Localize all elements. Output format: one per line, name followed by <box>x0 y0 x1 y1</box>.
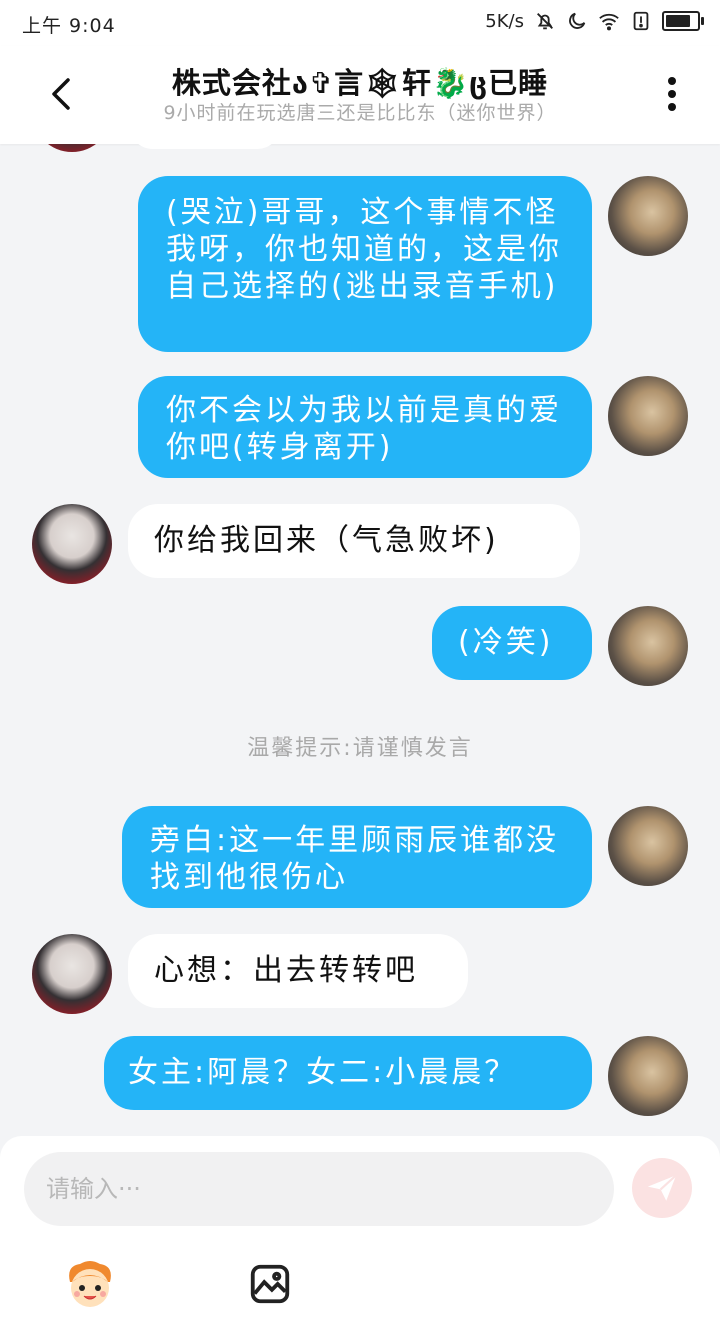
chat-status: 9小时前在玩选唐三还是比比东（迷你世界） <box>163 102 557 124</box>
battery-icon <box>662 11 704 31</box>
back-button[interactable] <box>40 70 84 118</box>
message-bubble-sent[interactable]: 女主:阿晨？女二:小晨晨？ <box>104 1036 592 1110</box>
message-bubble-received[interactable]: 你给我回来（气急败坏) <box>128 504 580 578</box>
message-bubble-partial <box>130 144 280 149</box>
message-input[interactable] <box>24 1152 614 1226</box>
wifi-icon <box>599 13 619 31</box>
send-button[interactable] <box>632 1158 692 1218</box>
avatar-self[interactable] <box>608 176 688 256</box>
chat-area[interactable]: (哭泣)哥哥，这个事情不怪我呀，你也知道的，这是你自己选择的(逃出录音手机) 你… <box>0 144 720 1136</box>
message-bubble-received[interactable]: 心想：出去转转吧 <box>128 934 468 1008</box>
message-bubble-sent[interactable]: 你不会以为我以前是真的爱你吧(转身离开) <box>138 376 592 478</box>
mascot-emoji-icon <box>69 1261 111 1307</box>
moon-icon <box>569 12 586 29</box>
avatar-self[interactable] <box>608 1036 688 1116</box>
chat-title: 株式会社ა✞言🕸轩🐉ც已睡 <box>171 66 549 100</box>
net-speed: 5K/s <box>485 10 524 32</box>
more-vertical-icon <box>668 77 676 111</box>
composer <box>0 1136 720 1344</box>
image-icon <box>250 1264 290 1304</box>
avatar-other-partial <box>32 144 112 152</box>
safety-notice: 温馨提示:请谨慎发言 <box>247 736 473 761</box>
status-icons: 5K/s <box>485 10 704 32</box>
message-bubble-sent[interactable]: (冷笑) <box>432 606 592 680</box>
avatar-other[interactable] <box>32 934 112 1014</box>
message-bubble-sent[interactable]: 旁白:这一年里顾雨辰谁都没找到他很伤心 <box>122 806 592 908</box>
chevron-left-icon <box>52 78 70 110</box>
chat-header: 株式会社ა✞言🕸轩🐉ც已睡 9小时前在玩选唐三还是比比东（迷你世界） <box>0 46 720 144</box>
avatar-self[interactable] <box>608 606 688 686</box>
avatar-self[interactable] <box>608 376 688 456</box>
status-bar: 上午 9:04 5K/s <box>0 0 720 46</box>
emoji-button[interactable] <box>62 1256 118 1312</box>
alert-sim-icon <box>633 11 649 31</box>
avatar-self[interactable] <box>608 806 688 886</box>
paper-plane-icon <box>647 1174 677 1201</box>
image-button[interactable] <box>242 1256 298 1312</box>
avatar-other[interactable] <box>32 504 112 584</box>
bell-mute-icon <box>537 13 553 30</box>
status-time: 上午 9:04 <box>22 15 116 37</box>
more-button[interactable] <box>650 70 694 118</box>
message-bubble-sent[interactable]: (哭泣)哥哥，这个事情不怪我呀，你也知道的，这是你自己选择的(逃出录音手机) <box>138 176 592 352</box>
